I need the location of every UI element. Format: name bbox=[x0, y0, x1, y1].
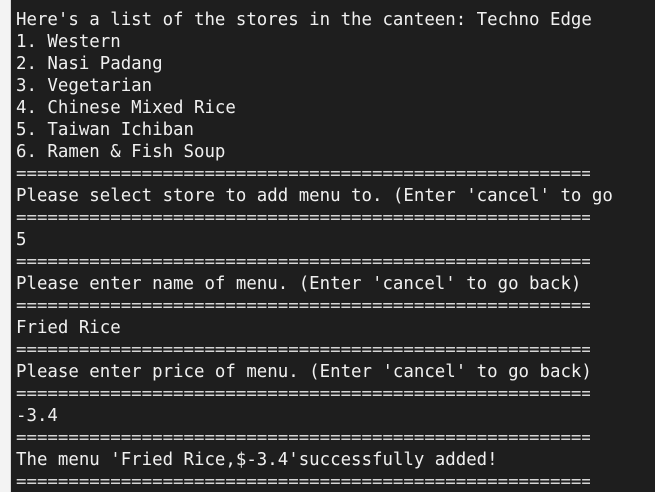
separator-line: ========================================… bbox=[16, 384, 590, 404]
success-message: The menu 'Fried Rice,$-3.4'successfully … bbox=[16, 450, 498, 470]
menu-price-input: -3.4 bbox=[16, 406, 58, 426]
separator-line: ========================================… bbox=[16, 208, 590, 228]
separator-line: ========================================… bbox=[16, 472, 590, 492]
store-item-ramen-fish-soup: 6. Ramen & Fish Soup bbox=[16, 142, 226, 162]
menu-name-prompt: Please enter name of menu. (Enter 'cance… bbox=[16, 274, 582, 294]
terminal-lines: ========================================… bbox=[16, 0, 655, 492]
store-item-nasi-padang: 2. Nasi Padang bbox=[16, 54, 163, 74]
separator-line: ========================================… bbox=[16, 252, 590, 272]
stores-header-line: Here's a list of the stores in the cante… bbox=[16, 10, 592, 30]
separator-line: ========================================… bbox=[16, 296, 590, 316]
menu-price-prompt: Please enter price of menu. (Enter 'canc… bbox=[16, 362, 592, 382]
select-store-prompt: Please select store to add menu to. (Ent… bbox=[16, 186, 613, 206]
menu-name-input: Fried Rice bbox=[16, 318, 121, 338]
separator-line: ========================================… bbox=[16, 164, 590, 184]
separator-line: ========================================… bbox=[16, 428, 590, 448]
store-item-chinese-mixed-rice: 4. Chinese Mixed Rice bbox=[16, 98, 236, 118]
terminal-output-panel[interactable]: ========================================… bbox=[11, 0, 655, 492]
editor-gutter bbox=[0, 0, 11, 492]
store-item-western: 1. Western bbox=[16, 32, 121, 52]
separator-line: ========================================… bbox=[16, 340, 590, 360]
store-selection-input: 5 bbox=[16, 230, 27, 250]
store-item-taiwan-ichiban: 5. Taiwan Ichiban bbox=[16, 120, 194, 140]
store-item-vegetarian: 3. Vegetarian bbox=[16, 76, 153, 96]
separator-line: ========================================… bbox=[16, 0, 590, 9]
